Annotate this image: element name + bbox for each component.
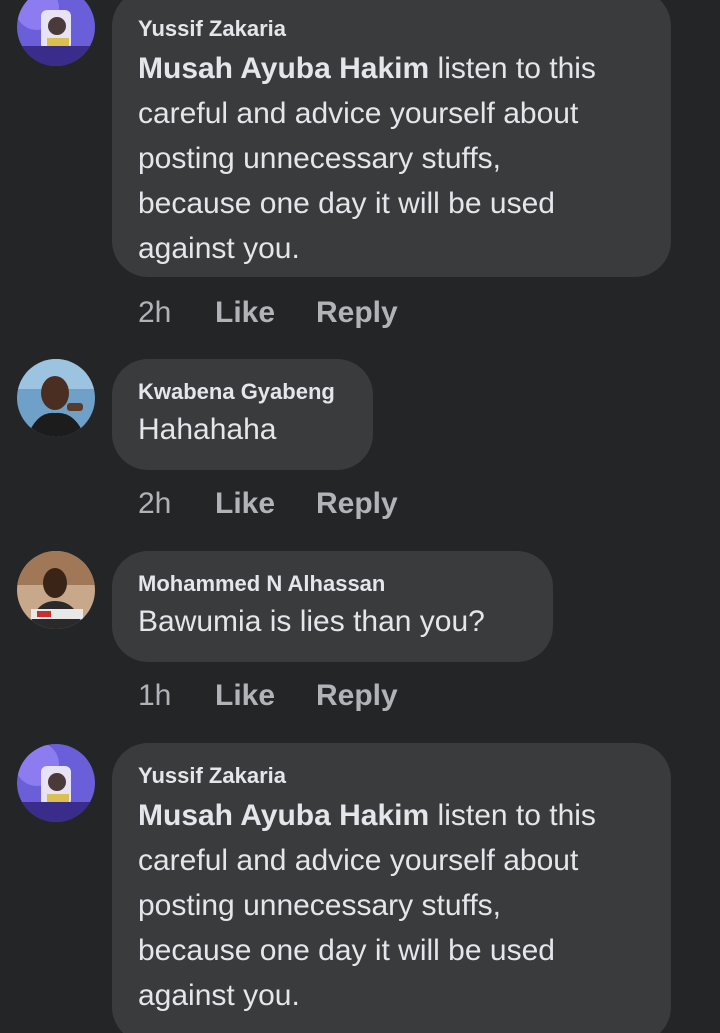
comment-text: Hahahaha [138, 413, 277, 446]
comment-text-line: careful and advice yourself about [138, 97, 579, 130]
comment-bubble: Kwabena Gyabeng Hahahaha [112, 359, 373, 470]
avatar[interactable] [17, 359, 95, 437]
comment-bubble: Yussif Zakaria Musah Ayuba Hakim listen … [112, 743, 671, 1033]
comment-text-line: listen to this [429, 52, 596, 85]
comment-text-line: against you. [138, 232, 300, 265]
like-button[interactable]: Like [215, 296, 316, 330]
comment-text: Musah Ayuba Hakim listen to this careful … [138, 793, 645, 1018]
comment-text: Musah Ayuba Hakim listen to this careful … [138, 46, 645, 271]
comment-text-line: because one day it will be used [138, 187, 555, 220]
comment-actions: 1h Like Reply [138, 676, 398, 716]
avatar[interactable] [17, 0, 95, 66]
comments-feed: Yussif Zakaria Musah Ayuba Hakim listen … [0, 0, 720, 1033]
like-button[interactable]: Like [215, 679, 316, 713]
like-button[interactable]: Like [215, 487, 316, 521]
avatar[interactable] [17, 744, 95, 822]
avatar[interactable] [17, 551, 95, 629]
comment-actions: 2h Like Reply [138, 484, 398, 524]
comment-text-line: against you. [138, 979, 300, 1012]
comment-author[interactable]: Yussif Zakaria [138, 763, 645, 789]
comment-text-line: careful and advice yourself about [138, 844, 579, 877]
comment-text-line: posting unnecessary stuffs, [138, 889, 501, 922]
comment-actions: 2h Like Reply [138, 293, 398, 333]
comment-bubble: Mohammed N Alhassan Bawumia is lies than… [112, 551, 553, 662]
comment-time[interactable]: 2h [138, 296, 215, 330]
mention-link[interactable]: Musah Ayuba Hakim [138, 52, 429, 85]
comment-text-line: because one day it will be used [138, 934, 555, 967]
comment-time[interactable]: 2h [138, 487, 215, 521]
comment-author[interactable]: Mohammed N Alhassan [138, 571, 527, 597]
comment-text-line: posting unnecessary stuffs, [138, 142, 501, 175]
reply-button[interactable]: Reply [316, 296, 398, 330]
reply-button[interactable]: Reply [316, 487, 398, 521]
mention-link[interactable]: Musah Ayuba Hakim [138, 799, 429, 832]
comment-time[interactable]: 1h [138, 679, 215, 713]
reply-button[interactable]: Reply [316, 679, 398, 713]
comment-bubble: Yussif Zakaria Musah Ayuba Hakim listen … [112, 0, 671, 277]
comment-author[interactable]: Yussif Zakaria [138, 16, 645, 42]
comment-text: Bawumia is lies than you? [138, 605, 485, 638]
comment-author[interactable]: Kwabena Gyabeng [138, 379, 347, 405]
comment-text-line: listen to this [429, 799, 596, 832]
